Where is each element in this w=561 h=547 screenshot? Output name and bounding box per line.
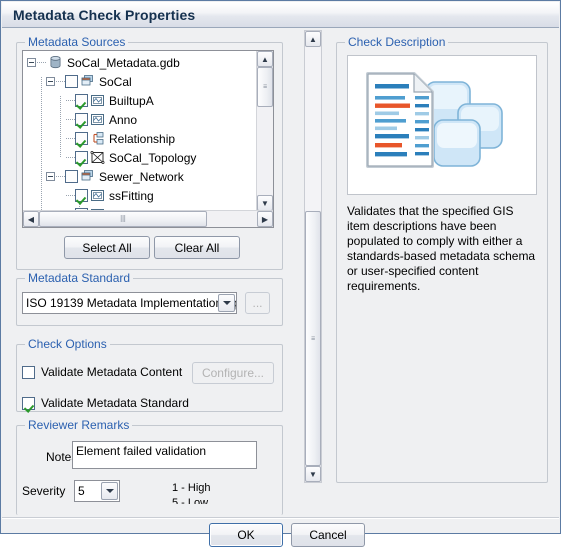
chevron-down-icon[interactable] [101,482,118,500]
metadata-standard-browse-button[interactable]: ... [245,292,270,314]
tree-node[interactable]: Anno [65,110,137,129]
check-description-text: Validates that the specified GIS item de… [347,204,536,293]
tree-vertical-scrollbar[interactable]: ▲ ≡ ▼ [256,51,273,211]
reviewer-remarks-legend: Reviewer Remarks [25,418,133,432]
annotation-icon [91,114,104,125]
dialog-client-area: Metadata Sources SoCal_Metadata.gdb SoCa… [2,28,559,547]
dialog-vertical-scrollbar[interactable]: ▲ ≡ ▼ [304,30,322,483]
metadata-sources-legend: Metadata Sources [25,35,129,49]
geodatabase-icon [50,56,61,69]
validate-metadata-standard-label: Validate Metadata Standard [41,396,189,410]
thumb-grip-icon: ≡ [310,335,316,342]
footer-divider-highlight [2,518,559,519]
scroll-thumb-horizontal[interactable]: ||| [39,211,207,227]
scroll-thumb-vertical[interactable]: ≡ [257,67,273,107]
tree-node-checkbox[interactable] [75,94,88,107]
tree-connector [66,156,75,159]
validate-metadata-content-label: Validate Metadata Content [41,365,183,379]
topology-icon [90,151,105,164]
notes-input[interactable]: Element failed validation [72,441,257,469]
scroll-right-button[interactable]: ▶ [257,211,273,227]
tree-connector [37,61,46,64]
tree-node[interactable]: SoCal_Topology [65,148,196,167]
metadata-standard-combo[interactable]: ISO 19139 Metadata Implementation Spec [22,292,237,314]
dialog-scroll-up-button[interactable]: ▲ [305,31,321,47]
tree-node-checkbox[interactable] [75,132,88,145]
feature-dataset-icon [81,170,93,181]
metadata-sources-tree[interactable]: SoCal_Metadata.gdb SoCal BuiltupA Anno R… [22,50,274,228]
validate-metadata-content-checkbox[interactable] [22,365,35,379]
dialog-window: Metadata Check Properties Metadata Sourc… [0,0,561,547]
tree-node-label: SoCal [99,74,132,89]
tree-node-label: Anno [109,112,138,127]
expander-minus-icon[interactable] [46,172,55,181]
metadata-standard-legend: Metadata Standard [25,271,134,285]
severity-high-hint: 1 - High [172,482,211,494]
tree-node-label: SoCal_Metadata.gdb [67,55,180,70]
tree-content: SoCal_Metadata.gdb SoCal BuiltupA Anno R… [23,51,256,211]
feature-class-icon [91,95,104,106]
tree-connector [66,99,75,102]
tree-node-label: ssFitting [109,188,154,203]
tree-node-checkbox[interactable] [65,170,78,183]
validate-metadata-standard-row[interactable]: Validate Metadata Standard [22,396,189,410]
tree-node[interactable]: Relationship [65,129,175,148]
severity-value: 5 [78,484,85,498]
configure-button[interactable]: Configure... [192,362,274,384]
metadata-standard-value: ISO 19139 Metadata Implementation Spec [26,296,236,310]
check-description-legend: Check Description [345,35,449,49]
tree-connector [66,137,75,140]
metadata-document-icon [366,72,503,168]
tree-connector [56,175,65,178]
scroll-up-button[interactable]: ▲ [257,51,273,67]
scroll-down-button[interactable]: ▼ [257,195,273,211]
tree-node-checkbox[interactable] [65,75,78,88]
chevron-down-icon[interactable] [218,294,235,312]
thumb-grip-icon: ||| [120,215,126,223]
tree-node-checkbox[interactable] [75,113,88,126]
tree-horizontal-scrollbar[interactable]: ◀ ||| ▶ [23,210,273,227]
tree-node-label: Relationship [109,131,176,146]
check-options-legend: Check Options [25,337,110,351]
severity-low-hint-clip: 5 - Low [172,497,262,504]
tree-connector [56,80,65,83]
validate-metadata-content-row[interactable]: Validate Metadata Content [22,365,182,379]
feature-class-icon [91,190,104,201]
tree-node-label: Sewer_Network [99,169,184,184]
window-title: Metadata Check Properties [13,7,196,23]
feature-dataset-icon [81,75,93,86]
expander-minus-icon[interactable] [27,58,36,67]
validate-metadata-standard-checkbox[interactable] [22,396,35,410]
tree-node-checkbox[interactable] [75,151,88,164]
severity-low-hint: 5 - Low [172,497,209,504]
tree-node-label: SoCal_Topology [109,150,197,165]
expander-minus-icon[interactable] [46,77,55,86]
tree-node[interactable]: BuiltupA [65,91,154,110]
check-description-image-box [347,55,537,195]
dialog-scroll-down-button[interactable]: ▼ [305,466,321,482]
tree-node[interactable]: Sewer_Network [46,167,184,186]
dialog-scroll-thumb[interactable]: ≡ [305,211,321,466]
cancel-button[interactable]: Cancel [291,523,365,547]
tree-node-checkbox[interactable] [75,189,88,202]
title-bar: Metadata Check Properties [2,2,559,28]
tree-node[interactable]: ssFitting [65,186,154,205]
severity-combo[interactable]: 5 [74,480,120,502]
tree-node[interactable]: SoCal_Metadata.gdb [27,53,180,72]
severity-label: Severity [22,484,66,498]
scroll-left-button[interactable]: ◀ [23,211,39,227]
ok-button[interactable]: OK [209,523,283,547]
arrow-down-glyph [105,489,114,493]
tree-node-label: BuiltupA [109,93,154,108]
tree-connector [66,194,75,197]
relationship-class-icon [93,132,104,145]
clear-all-button[interactable]: Clear All [154,236,240,259]
tree-connector [66,118,75,121]
tree-guide-line [41,77,42,210]
thumb-grip-icon: ≡ [262,83,268,91]
tree-node[interactable]: SoCal [46,72,132,91]
arrow-down-glyph [222,301,231,305]
tree-guide-line [60,96,61,157]
select-all-button[interactable]: Select All [64,236,150,259]
